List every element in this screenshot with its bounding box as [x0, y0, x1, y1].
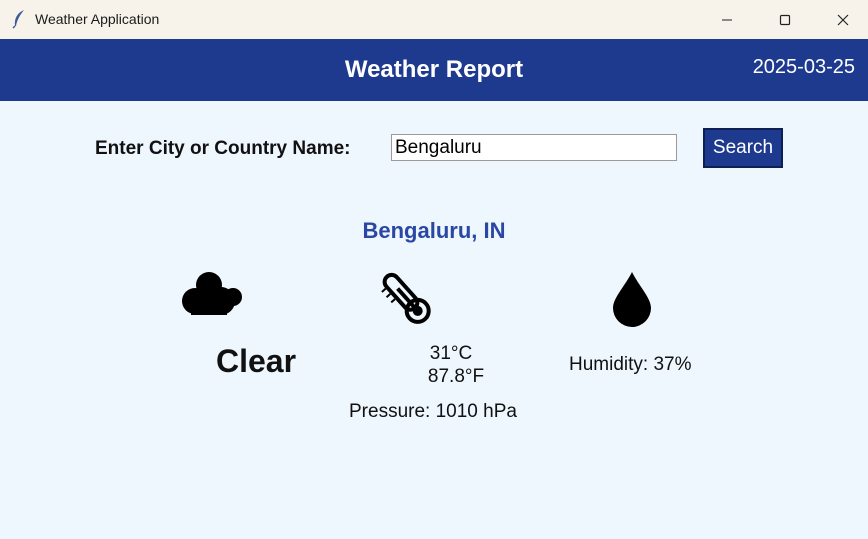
- header-bar: Weather Report 2025-03-25: [0, 39, 868, 101]
- close-button[interactable]: [814, 0, 868, 39]
- temperature-celsius: 31°C: [429, 343, 473, 364]
- search-button[interactable]: Search: [703, 128, 783, 168]
- water-drop-icon: [613, 272, 651, 327]
- close-icon: [837, 14, 849, 25]
- city-search-input[interactable]: [391, 134, 677, 161]
- cloud-icon: [182, 272, 242, 315]
- weather-condition: Clear: [216, 343, 297, 379]
- location-name: Bengaluru, IN: [362, 218, 506, 243]
- minimize-icon: [722, 19, 732, 20]
- pressure-value: Pressure: 1010 hPa: [349, 401, 517, 422]
- city-input-label: Enter City or Country Name:: [95, 138, 351, 159]
- feather-icon: [12, 10, 24, 29]
- humidity-value: Humidity: 37%: [569, 354, 692, 375]
- thermometer-icon: [381, 272, 431, 324]
- header-date: 2025-03-25: [752, 56, 855, 78]
- minimize-button[interactable]: [698, 0, 756, 39]
- window-title: Weather Application: [35, 11, 160, 27]
- maximize-icon: [779, 14, 791, 25]
- window-titlebar: Weather Application: [0, 0, 868, 39]
- maximize-button[interactable]: [756, 0, 814, 39]
- page-title: Weather Report: [344, 56, 524, 83]
- temperature-fahrenheit: 87.8°F: [427, 366, 485, 387]
